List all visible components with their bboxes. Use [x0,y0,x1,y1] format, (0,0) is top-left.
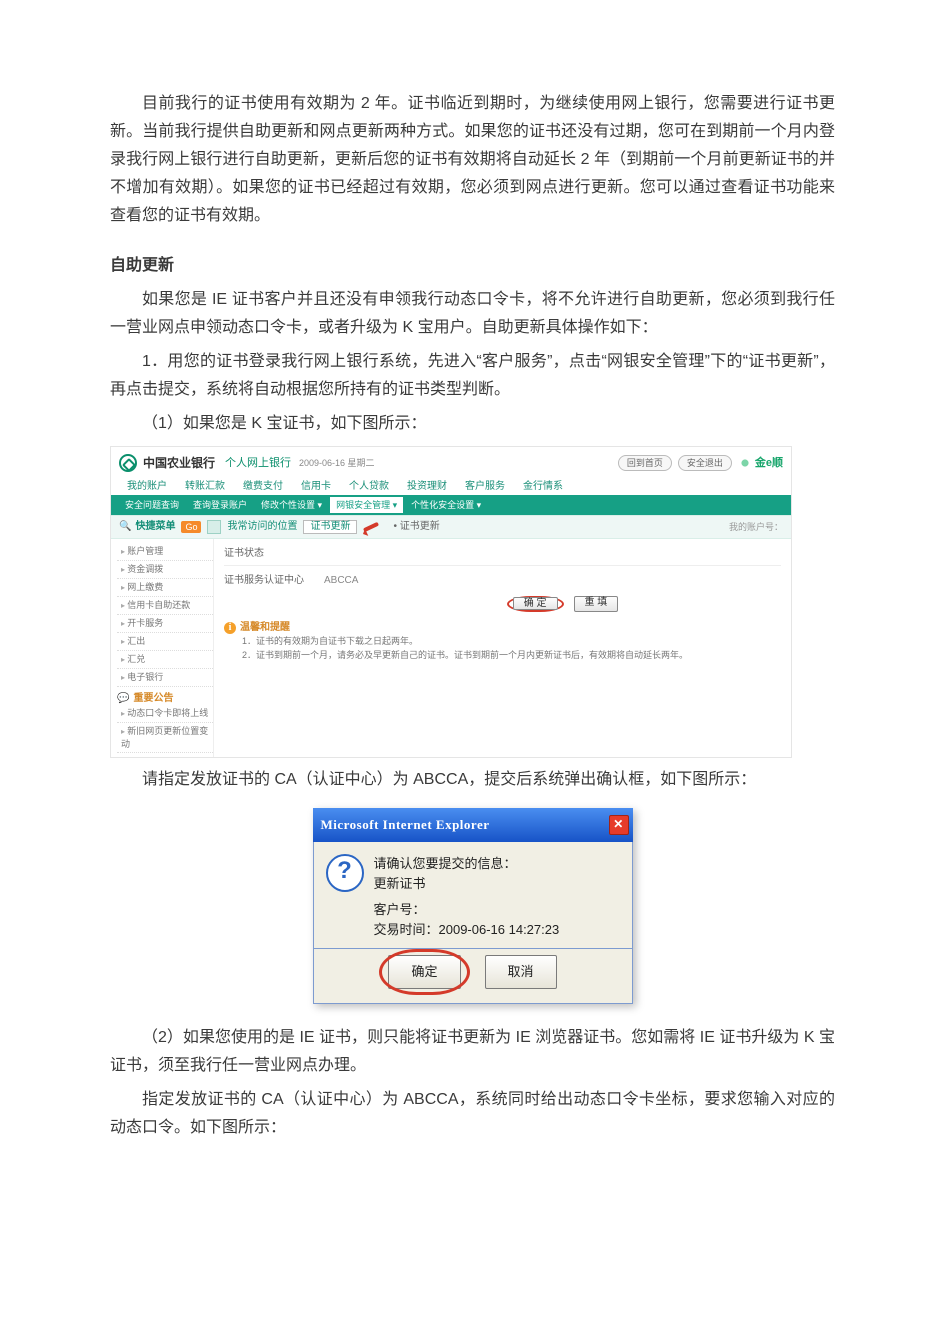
highlight-circle-icon: 确 定 [507,596,564,612]
cancel-button[interactable]: 取消 [485,955,557,989]
side-item-0[interactable]: 账户管理 [117,543,213,561]
hint-heading: 温馨和提醒 [224,622,781,634]
side-item-2[interactable]: 网上缴费 [117,579,213,597]
reset-button[interactable]: 重 填 [574,596,619,612]
quick-nav-label: 快捷菜单 [119,521,175,533]
dialog-message: 请确认您要提交的信息： 更新证书 客户号： 交易时间：2009-06-16 14… [374,854,560,940]
side-item-7[interactable]: 电子银行 [117,669,213,687]
tab-loan[interactable]: 个人贷款 [341,479,397,495]
breadcrumb-text[interactable]: 我常访问的位置 [227,521,297,533]
tab-transfer[interactable]: 转账汇款 [177,479,233,495]
hint-line-1: 1．证书的有效期为自证书下载之日起两年。 [224,634,781,648]
account-number-label: 我的账户号： [729,521,783,533]
bank-header: 中国农业银行 个人网上银行 2009-06-16 星期二 回到首页 安全退出 金… [111,447,791,479]
dialog-title: Microsoft Internet Explorer [321,811,490,839]
row-cert-status: 证书状态 [224,545,781,563]
tab-credit[interactable]: 信用卡 [293,479,339,495]
dialog-line-3: 客户号： [374,900,560,920]
home-button[interactable]: 回到首页 [618,455,672,471]
subtab-0[interactable]: 安全问题查询 [119,497,185,513]
tab-market[interactable]: 金行情系 [515,479,571,495]
dialog-button-row: 确定 取消 [313,949,633,1004]
ok-button[interactable]: 确定 [388,955,460,989]
tab-payment[interactable]: 缴费支付 [235,479,291,495]
breadcrumb-home-icon[interactable] [207,520,221,534]
main-tabbar: 我的账户 转账汇款 缴费支付 信用卡 个人贷款 投资理财 客户服务 金行情系 [111,479,791,495]
dialog-body: ? 请确认您要提交的信息： 更新证书 客户号： 交易时间：2009-06-16 … [313,842,633,949]
bank-date: 2009-06-16 星期二 [299,457,375,469]
submit-button[interactable]: 确 定 [513,597,558,610]
close-icon[interactable]: ✕ [609,815,629,835]
paragraph-7: 指定发放证书的 CA（认证中心）为 ABCCA，系统同时给出动态口令卡坐标，要求… [110,1086,835,1142]
paragraph-5: 请指定发放证书的 CA（认证中心）为 ABCCA，提交后系统弹出确认框，如下图所… [110,766,835,794]
subtab-2[interactable]: 修改个性设置 ▾ [255,497,328,513]
header-right: 回到首页 安全退出 金e顺 [618,455,783,471]
dialog-line-2: 更新证书 [374,874,560,894]
document-page: 目前我行的证书使用有效期为 2 年。证书临近到期时，为继续使用网上银行，您需要进… [0,0,945,1337]
logout-button[interactable]: 安全退出 [678,455,732,471]
breadcrumb-active-tab[interactable]: 证书更新 [303,520,357,534]
tab-invest[interactable]: 投资理财 [399,479,455,495]
bank-body: 账户管理 资金调拨 网上缴费 信用卡自助还款 开卡服务 汇出 汇兑 电子银行 重… [111,539,791,757]
tab-accounts[interactable]: 我的账户 [119,479,175,495]
form-divider [224,565,781,566]
sidebar-group-notice: 重要公告 [117,693,213,705]
jineshun-logo-icon: 金e顺 [738,457,783,469]
label-ca-center: 证书服务认证中心 [224,575,324,587]
row-ca-center: 证书服务认证中心 ABCCA [224,572,781,590]
value-ca-center: ABCCA [324,575,358,587]
label-cert-status: 证书状态 [224,548,324,560]
hint-line-2: 2．证书到期前一个月，请务必及早更新自己的证书。证书到期前一个月内更新证书后，有… [224,648,781,662]
bank-screenshot: 中国农业银行 个人网上银行 2009-06-16 星期二 回到首页 安全退出 金… [110,446,792,758]
breadcrumb-row: 快捷菜单 Go 我常访问的位置 证书更新 • 证书更新 我的账户号： [111,515,791,539]
sidebar: 账户管理 资金调拨 网上缴费 信用卡自助还款 开卡服务 汇出 汇兑 电子银行 重… [111,539,214,757]
abc-logo-icon [119,454,137,472]
dialog-line-4: 交易时间：2009-06-16 14:27:23 [374,920,560,940]
bank-name: 中国农业银行 [143,457,215,469]
intro-paragraph: 目前我行的证书使用有效期为 2 年。证书临近到期时，为继续使用网上银行，您需要进… [110,90,835,230]
section-title-self-update: 自助更新 [110,252,835,280]
side-item-4[interactable]: 开卡服务 [117,615,213,633]
sub-tabbar: 安全问题查询 查询登录账户 修改个性设置 ▾ 网银安全管理 ▾ 个性化安全设置 … [111,495,791,515]
side-item-1[interactable]: 资金调拨 [117,561,213,579]
subtab-4[interactable]: 个性化安全设置 ▾ [405,497,487,513]
question-icon: ? [326,854,364,892]
bank-subtitle: 个人网上银行 [225,457,291,469]
side-item-5[interactable]: 汇出 [117,633,213,651]
button-row: 确 定 重 填 [224,590,781,618]
subtab-1[interactable]: 查询登录账户 [187,497,253,513]
dialog-line-1: 请确认您要提交的信息： [374,854,560,874]
tab-service[interactable]: 客户服务 [457,479,513,495]
dialog-titlebar: Microsoft Internet Explorer ✕ [313,808,633,842]
side-notice-1[interactable]: 新旧网页更新位置变动 [117,723,213,753]
main-panel: 证书状态 证书服务认证中心 ABCCA 确 定 重 填 温馨和提醒 1．证书的有… [214,539,791,757]
breadcrumb-plain-tab[interactable]: • 证书更新 [387,521,445,533]
go-button[interactable]: Go [181,521,201,533]
side-item-6[interactable]: 汇兑 [117,651,213,669]
paragraph-4: （1）如果您是 K 宝证书，如下图所示： [110,410,835,438]
ie-confirm-dialog: Microsoft Internet Explorer ✕ ? 请确认您要提交的… [313,808,633,1004]
paragraph-3: 1．用您的证书登录我行网上银行系统，先进入“客户服务”，点击“网银安全管理”下的… [110,348,835,404]
paragraph-2: 如果您是 IE 证书客户并且还没有申领我行动态口令卡，将不允许进行自助更新，您必… [110,286,835,342]
side-notice-0[interactable]: 动态口令卡即将上线 [117,705,213,723]
callout-arrow-icon [363,521,381,533]
paragraph-6: （2）如果您使用的是 IE 证书，则只能将证书更新为 IE 浏览器证书。您如需将… [110,1024,835,1080]
subtab-security-mgmt[interactable]: 网银安全管理 ▾ [330,497,403,513]
side-item-3[interactable]: 信用卡自助还款 [117,597,213,615]
